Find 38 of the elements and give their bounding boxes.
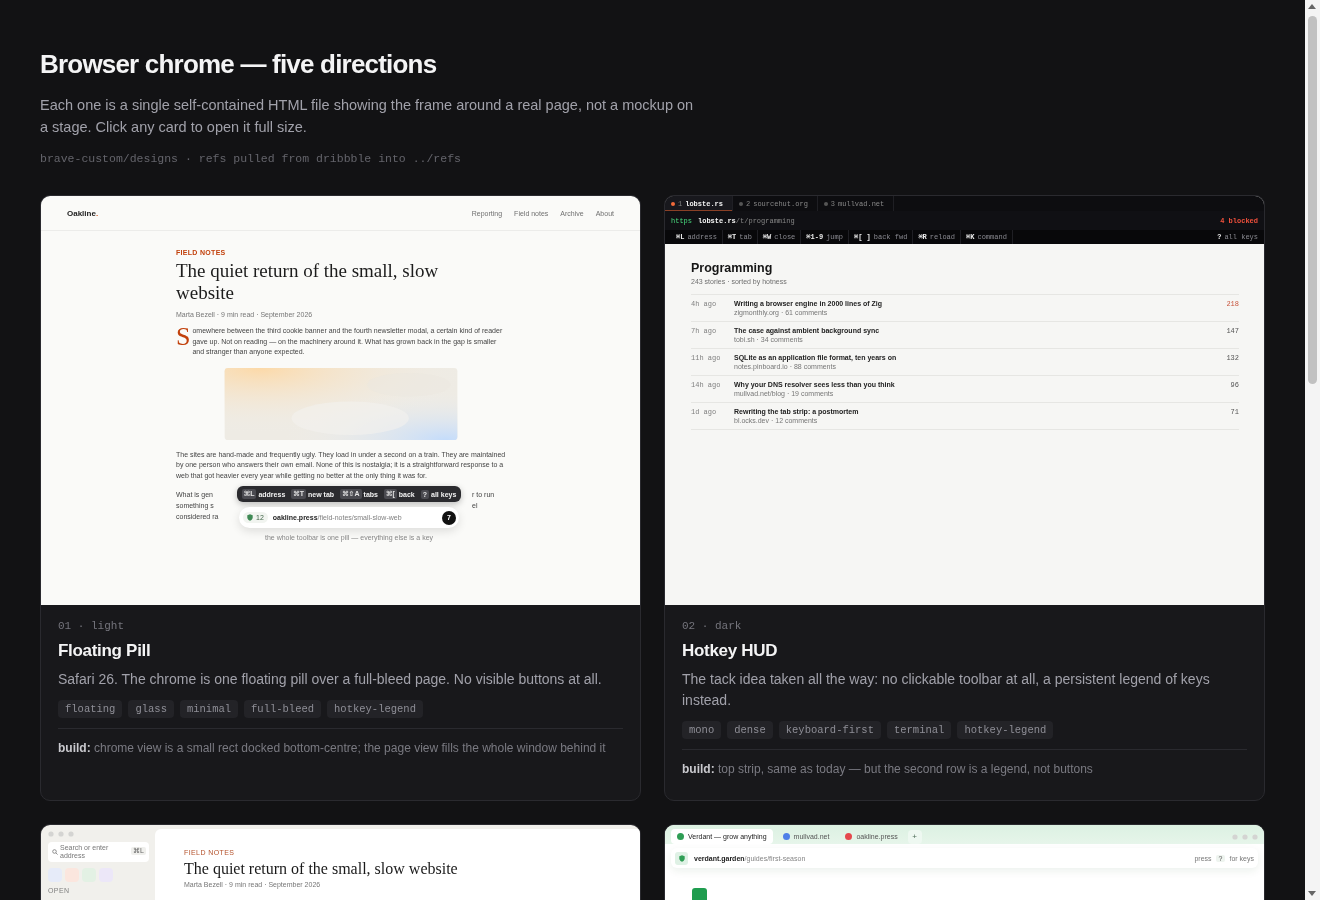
tab-dot-icon — [823, 201, 828, 206]
card-meta: 02 · dark — [682, 620, 743, 632]
page-heading: Programming — [691, 261, 774, 275]
site-logo: Oakline. — [67, 208, 99, 218]
article-headline: The quiet return of the small, slow website — [184, 860, 459, 878]
shield-icon — [247, 514, 253, 521]
path-line: brave-custom/designs · refs pulled from dribbble into ../refs — [40, 152, 462, 165]
tag: mono — [682, 721, 722, 739]
scrollbar[interactable] — [1305, 0, 1320, 900]
tag: minimal — [179, 700, 239, 718]
page-description: Each one is a single self-contained HTML file showing the frame around a real page, not a mockup on a stage. Click any card to open it full size. — [40, 96, 695, 137]
tag: keyboard-first — [778, 721, 881, 739]
article-headline: The quiet return of the small, slow website — [176, 260, 440, 304]
build-note: build: chrome view is a small rect docked bottom-centre; the page view fills the whole window behind it — [58, 741, 607, 755]
new-tab-button[interactable]: + — [907, 829, 922, 844]
card-title: Hotkey HUD — [682, 641, 779, 661]
tag: dense — [727, 721, 773, 739]
tag: hotkey-legend — [957, 721, 1054, 739]
window-dots-icon — [1232, 833, 1258, 840]
card-meta: 01 · light — [58, 620, 125, 632]
design-card[interactable] — [40, 195, 641, 801]
tag: terminal — [886, 721, 952, 739]
tag: floating — [58, 700, 123, 718]
drop-cap: S — [176, 326, 191, 353]
site-logo-icon — [692, 888, 707, 900]
tab-dot-icon — [671, 201, 675, 206]
design-card[interactable] — [664, 195, 1265, 801]
search-icon — [52, 849, 58, 855]
card-title: Floating Pill — [58, 641, 152, 661]
page-title: Browser chrome — five directions — [40, 48, 438, 81]
build-note: build: top strip, same as today — but the second row is a legend, not buttons — [682, 762, 1094, 776]
tag: full-bleed — [244, 700, 322, 718]
tag: hotkey-legend — [327, 700, 423, 718]
tab-dot-icon — [739, 201, 743, 206]
tag: glass — [128, 700, 174, 718]
card-description: Safari 26. The chrome is one floating pill over a full-bleed page. No visible buttons at all. — [58, 670, 603, 689]
card-description: The tack idea taken all the way: no clickable toolbar at all, a persistent legend of keys instead. — [682, 670, 1211, 710]
window-dots-icon — [48, 831, 74, 837]
